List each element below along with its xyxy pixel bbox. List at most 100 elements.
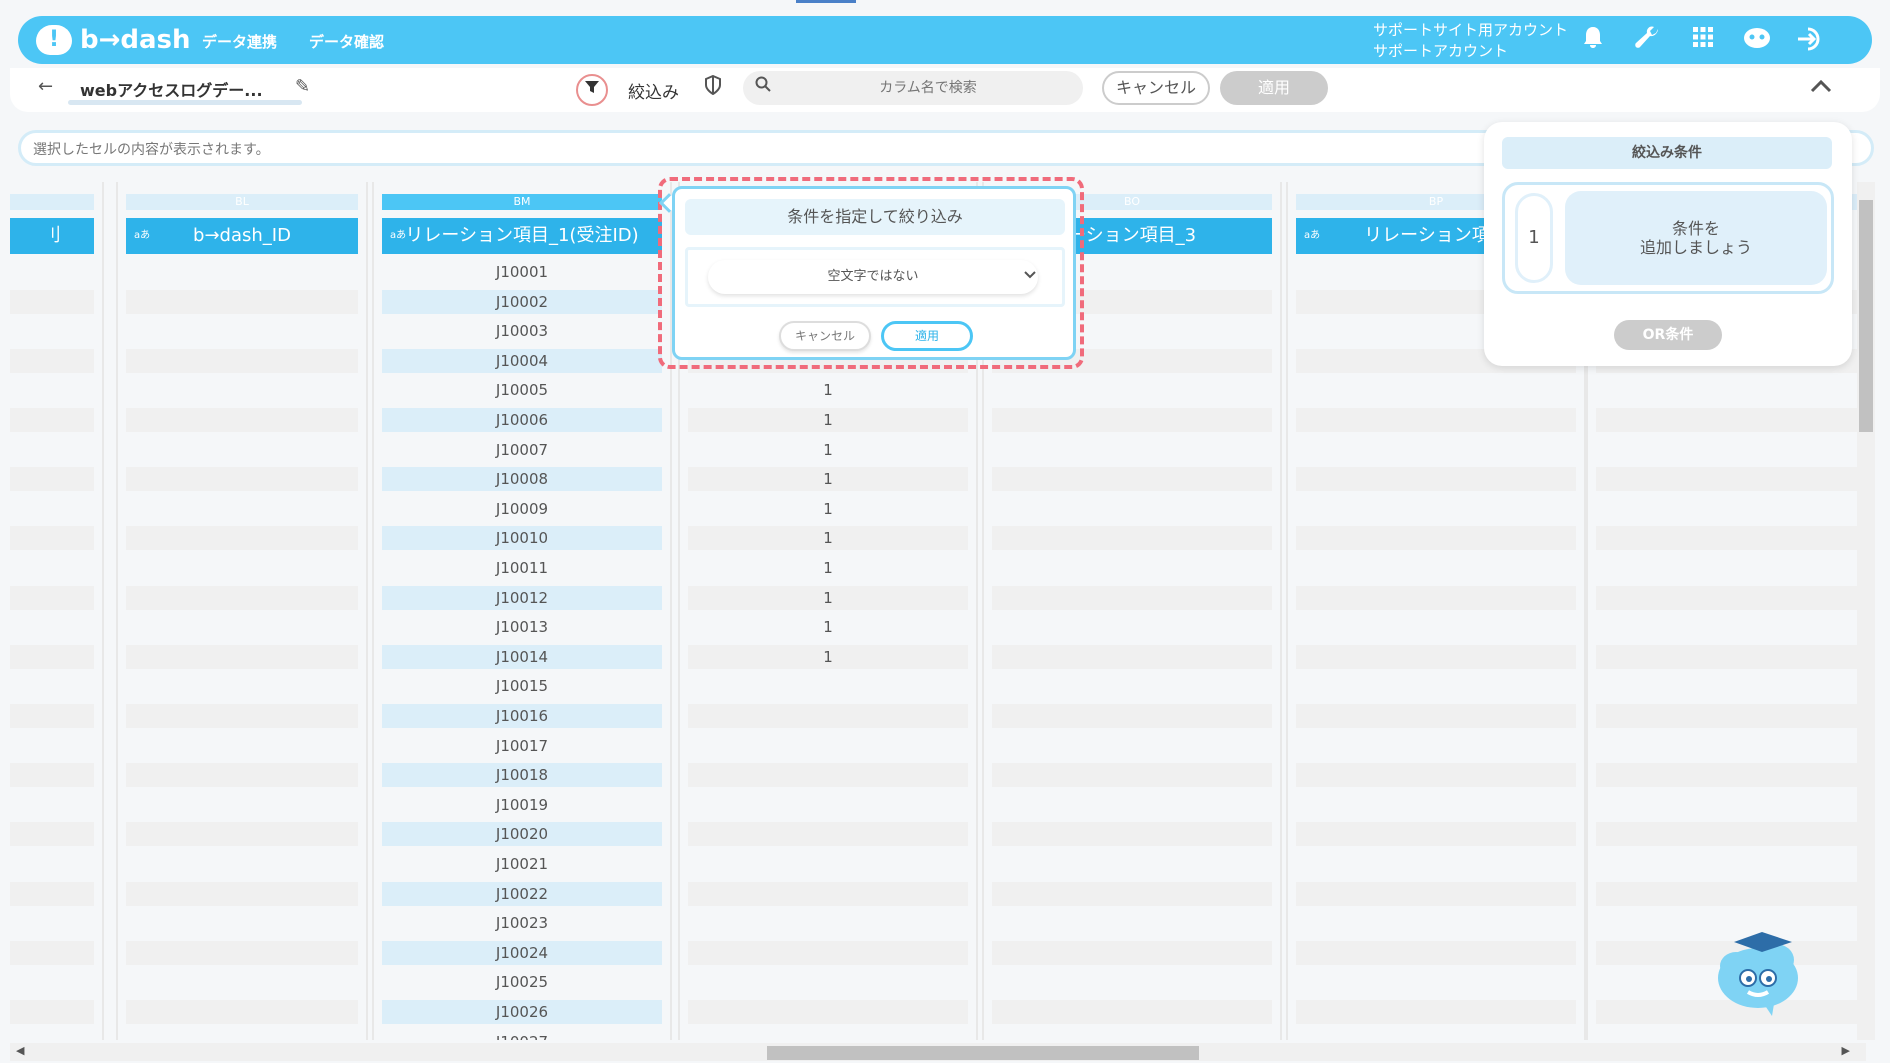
- grid-cell[interactable]: [1296, 763, 1576, 788]
- grid-cell[interactable]: [10, 319, 94, 343]
- grid-cell[interactable]: [1596, 881, 1858, 906]
- grid-cell[interactable]: [688, 822, 968, 847]
- grid-cell[interactable]: J10015: [382, 674, 662, 698]
- grid-cell[interactable]: [1296, 467, 1576, 492]
- grid-cell[interactable]: [10, 438, 94, 462]
- grid-cell[interactable]: 1: [688, 644, 968, 669]
- grid-cell[interactable]: [126, 763, 358, 788]
- grid-cell[interactable]: J10003: [382, 319, 662, 343]
- grid-cell[interactable]: 1: [688, 467, 968, 492]
- grid-cell[interactable]: [10, 911, 94, 935]
- grid-cell[interactable]: [992, 763, 1272, 788]
- horizontal-scroll-thumb[interactable]: [767, 1046, 1199, 1060]
- grid-cell[interactable]: [126, 348, 358, 373]
- grid-cell[interactable]: 1: [688, 438, 968, 462]
- grid-cell[interactable]: [10, 822, 94, 847]
- grid-cell[interactable]: [992, 644, 1272, 669]
- grid-cell[interactable]: J10002: [382, 289, 662, 314]
- chevron-up-icon[interactable]: [1810, 74, 1832, 99]
- grid-cell[interactable]: [10, 734, 94, 758]
- grid-cell[interactable]: [992, 940, 1272, 965]
- grid-cell[interactable]: [10, 793, 94, 817]
- grid-cell[interactable]: [688, 1000, 968, 1024]
- brand-logo[interactable]: b→dash: [36, 22, 191, 58]
- grid-cell[interactable]: [1296, 970, 1576, 994]
- grid-cell[interactable]: [10, 1000, 94, 1024]
- grid-cell[interactable]: [1296, 881, 1576, 906]
- grid-cell[interactable]: [688, 674, 968, 698]
- grid-cell[interactable]: 1: [688, 497, 968, 521]
- grid-cell[interactable]: [1296, 378, 1576, 402]
- grid-cell[interactable]: [10, 408, 94, 432]
- scroll-right-icon[interactable]: ▶: [1842, 1044, 1850, 1057]
- grid-cell[interactable]: J10012: [382, 585, 662, 610]
- toolbar-apply-button[interactable]: 適用: [1220, 71, 1328, 105]
- grid-cell[interactable]: J10004: [382, 348, 662, 373]
- vertical-scroll-thumb[interactable]: [1859, 200, 1873, 432]
- grid-cell[interactable]: [1596, 1030, 1858, 1040]
- column-letter[interactable]: BM: [382, 194, 662, 210]
- grid-cell[interactable]: [1596, 763, 1858, 788]
- grid-cell[interactable]: 1: [688, 615, 968, 639]
- grid-cell[interactable]: [992, 852, 1272, 876]
- add-condition-slot[interactable]: 条件を 追加しましょう: [1565, 191, 1827, 285]
- grid-cell[interactable]: [126, 1030, 358, 1040]
- grid-cell[interactable]: [1596, 408, 1858, 432]
- filter-label[interactable]: 絞込み: [628, 78, 679, 103]
- grid-cell[interactable]: [126, 852, 358, 876]
- grid-cell[interactable]: J10013: [382, 615, 662, 639]
- grid-cell[interactable]: [1296, 940, 1576, 965]
- vertical-scrollbar[interactable]: [1857, 182, 1875, 1040]
- grid-cell[interactable]: [992, 556, 1272, 580]
- grid-cell[interactable]: [992, 881, 1272, 906]
- grid-cell[interactable]: [1296, 497, 1576, 521]
- grid-cell[interactable]: [992, 438, 1272, 462]
- condition-select[interactable]: 空文字ではない: [708, 260, 1038, 294]
- sheet-name[interactable]: webアクセスログデー...: [80, 77, 263, 101]
- grid-cell[interactable]: [10, 260, 94, 284]
- grid-cell[interactable]: J10027: [382, 1030, 662, 1040]
- grid-cell[interactable]: [1596, 378, 1858, 402]
- grid-cell[interactable]: [992, 822, 1272, 847]
- grid-cell[interactable]: [1296, 674, 1576, 698]
- grid-cell[interactable]: [126, 289, 358, 314]
- chevron-down-icon[interactable]: [1024, 267, 1036, 283]
- grid-cell[interactable]: [10, 940, 94, 965]
- grid-cell[interactable]: [688, 881, 968, 906]
- grid-cell[interactable]: J10007: [382, 438, 662, 462]
- grid-cell[interactable]: [10, 644, 94, 669]
- wrench-icon[interactable]: [1632, 25, 1662, 55]
- grid-cell[interactable]: J10020: [382, 822, 662, 847]
- column-header[interactable]: aあ リレーション項目_1(受注ID): [382, 218, 662, 254]
- grid-cell[interactable]: [126, 793, 358, 817]
- grid-cell[interactable]: [1296, 1030, 1576, 1040]
- grid-cell[interactable]: [10, 615, 94, 639]
- grid-cell[interactable]: [1596, 467, 1858, 492]
- grid-cell[interactable]: [10, 497, 94, 521]
- grid-cell[interactable]: 1: [688, 585, 968, 610]
- grid-cell[interactable]: [10, 881, 94, 906]
- grid-cell[interactable]: [1296, 644, 1576, 669]
- grid-cell[interactable]: [10, 763, 94, 788]
- grid-cell[interactable]: [1596, 526, 1858, 551]
- grid-cell[interactable]: [1296, 526, 1576, 551]
- grid-cell[interactable]: [126, 556, 358, 580]
- grid-cell[interactable]: [1596, 556, 1858, 580]
- grid-cell[interactable]: J10016: [382, 704, 662, 728]
- grid-cell[interactable]: [1296, 615, 1576, 639]
- grid-cell[interactable]: J10019: [382, 793, 662, 817]
- grid-cell[interactable]: J10021: [382, 852, 662, 876]
- grid-cell[interactable]: [992, 1030, 1272, 1040]
- apps-grid-icon[interactable]: [1688, 25, 1718, 55]
- grid-cell[interactable]: [126, 822, 358, 847]
- grid-cell[interactable]: J10023: [382, 911, 662, 935]
- grid-cell[interactable]: [1596, 644, 1858, 669]
- grid-cell[interactable]: [688, 970, 968, 994]
- grid-cell[interactable]: [992, 467, 1272, 492]
- grid-cell[interactable]: [126, 319, 358, 343]
- grid-cell[interactable]: J10001: [382, 260, 662, 284]
- grid-cell[interactable]: [126, 615, 358, 639]
- column-header[interactable]: aあ b→dash_ID: [126, 218, 358, 254]
- grid-cell[interactable]: [10, 526, 94, 551]
- grid-cell[interactable]: [688, 763, 968, 788]
